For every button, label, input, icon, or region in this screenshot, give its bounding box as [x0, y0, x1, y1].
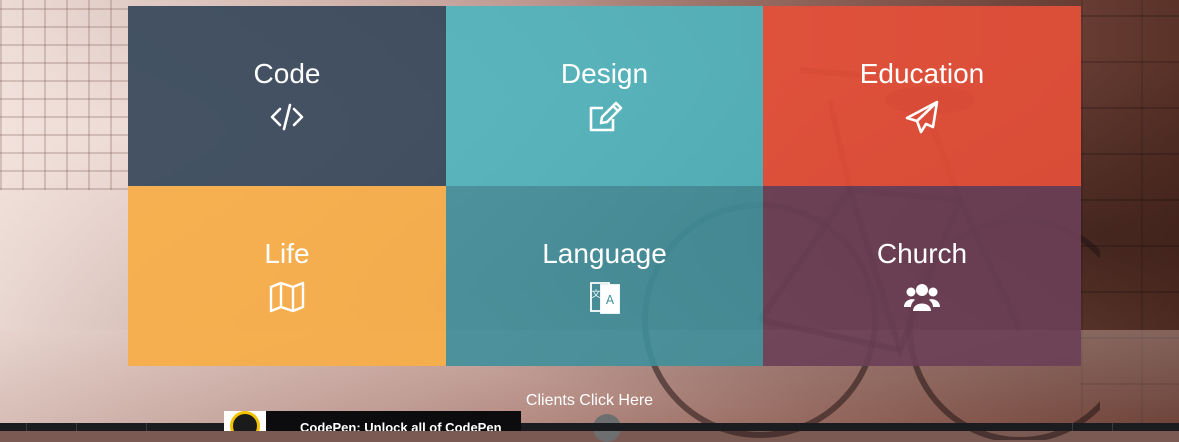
tile-label: Code [253, 58, 321, 89]
clients-link[interactable]: Clients Click Here [0, 392, 1179, 410]
tile-life[interactable]: Life [128, 186, 446, 366]
promo-text: CodePen: Unlock all of CodePen [300, 419, 502, 432]
tile-design[interactable]: Design [446, 6, 763, 186]
category-grid: Code Design Education Life Language A 文 … [128, 6, 1081, 366]
tile-label: Church [876, 238, 968, 269]
paper-plane-icon [903, 98, 941, 136]
codepen-logo-icon [224, 411, 266, 431]
svg-text:文: 文 [591, 288, 600, 300]
tile-label: Life [264, 238, 310, 269]
tile-language[interactable]: Language A 文 [446, 186, 763, 366]
tile-label: Education [859, 58, 985, 89]
bottom-bar [0, 423, 1179, 431]
tile-label: Design [560, 58, 649, 89]
svg-text:A: A [605, 293, 614, 307]
map-icon [268, 278, 306, 316]
tile-code[interactable]: Code [128, 6, 446, 186]
tile-church[interactable]: Church [763, 186, 1081, 366]
language-icon: A 文 [586, 278, 624, 316]
users-icon [903, 278, 941, 316]
promo-banner[interactable]: CodePen: Unlock all of CodePen [224, 411, 521, 431]
tile-label: Language [542, 238, 667, 269]
code-icon [268, 98, 306, 136]
edit-icon [586, 98, 624, 136]
tile-education[interactable]: Education [763, 6, 1081, 186]
